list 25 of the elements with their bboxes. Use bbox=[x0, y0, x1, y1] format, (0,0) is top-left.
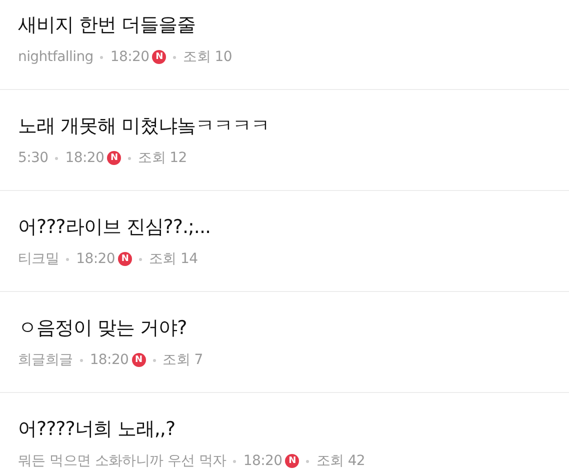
post-title[interactable]: 노래 개못해 미쳤냐놐ㅋㅋㅋㅋ bbox=[18, 112, 569, 140]
post-time: 18:20 bbox=[76, 250, 115, 268]
post-author: 희글희글 bbox=[18, 350, 73, 370]
post-author: nightfalling bbox=[18, 48, 94, 66]
view-count: 조회 10 bbox=[183, 48, 232, 66]
new-badge: N bbox=[118, 252, 132, 266]
post-author: 뭐든 먹으면 소화하니까 우선 먹자 bbox=[18, 452, 226, 470]
view-count: 조회 12 bbox=[138, 148, 187, 168]
post-author: 5:30 bbox=[18, 148, 48, 168]
post-author: 티크밀 bbox=[18, 250, 60, 268]
post-title[interactable]: 어???라이브 진심??.;... bbox=[18, 213, 569, 241]
new-badge: N bbox=[285, 454, 300, 468]
post-time: 18:20 bbox=[90, 350, 129, 370]
view-count: 조회 42 bbox=[316, 452, 366, 470]
post-time: 18:20 bbox=[65, 148, 104, 168]
new-badge: N bbox=[152, 50, 166, 64]
new-badge: N bbox=[107, 151, 122, 165]
post-time: 18:20 bbox=[243, 452, 282, 470]
post-time: 18:20 bbox=[110, 48, 150, 66]
new-badge: N bbox=[132, 353, 146, 367]
view-count: 조회 7 bbox=[162, 350, 203, 370]
post-title[interactable]: 새비지 한번 더들을줄 bbox=[18, 11, 569, 39]
post-title[interactable]: ㅇ음정이 맞는 거야? bbox=[18, 314, 569, 342]
post-title[interactable]: 어????너희 노래,,? bbox=[18, 415, 569, 443]
view-count: 조회 14 bbox=[148, 250, 198, 268]
